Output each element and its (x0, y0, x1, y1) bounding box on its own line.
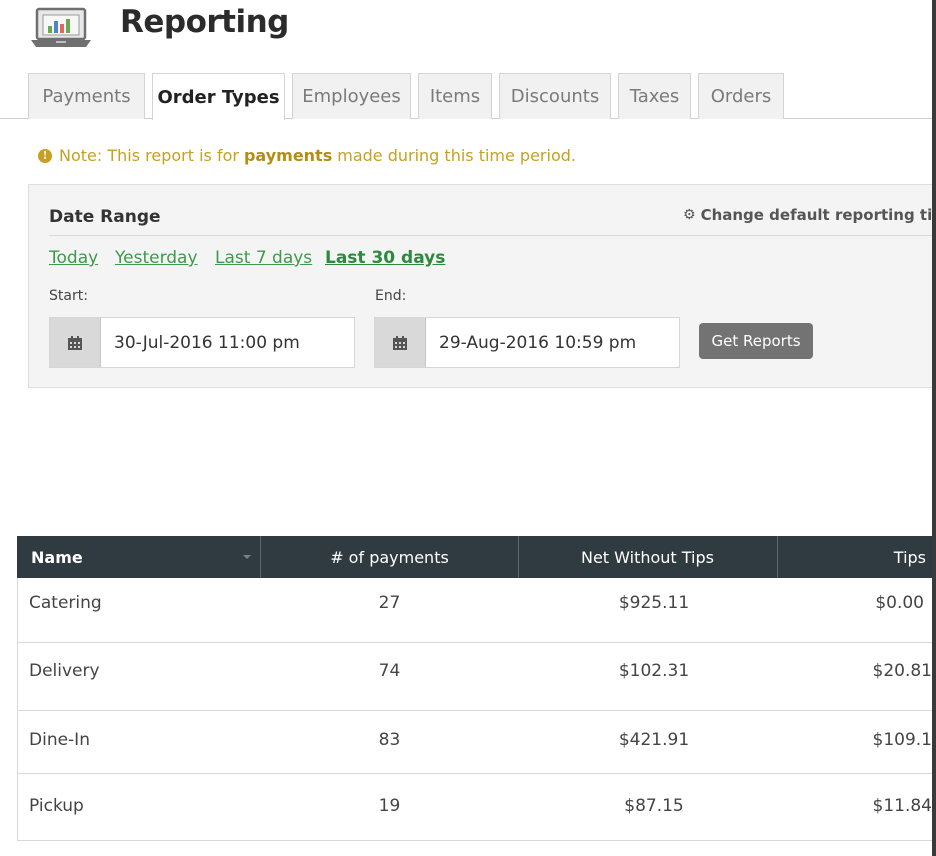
quick-range-today[interactable]: Today (49, 248, 98, 268)
cell-name: Delivery (29, 661, 100, 681)
column-header-tips[interactable]: Tips (778, 536, 926, 578)
start-date-input[interactable]: 30-Jul-2016 11:00 pm (49, 317, 355, 368)
cell-net-without-tips: $925.11 (618, 593, 690, 613)
cell-net-without-tips: $421.91 (618, 730, 690, 750)
start-date-value[interactable]: 30-Jul-2016 11:00 pm (101, 318, 300, 367)
note-prefix: Note: This report is for (59, 146, 239, 165)
get-reports-button[interactable]: Get Reports (699, 323, 813, 359)
column-header-name[interactable]: Name (31, 536, 83, 578)
cell-net-without-tips: $87.15 (624, 796, 684, 816)
cell-tips: $20.81 (872, 661, 932, 681)
date-range-title: Date Range (49, 207, 161, 227)
quick-range-last-30-days[interactable]: Last 30 days (325, 248, 445, 268)
end-calendar-button[interactable] (375, 318, 426, 367)
cell-payments: 27 (378, 593, 401, 613)
change-default-label: Change default reporting tim (700, 206, 936, 224)
start-calendar-button[interactable] (50, 318, 101, 367)
note-suffix: made during this time period. (337, 146, 576, 165)
cell-name: Catering (29, 593, 102, 613)
start-label: Start: (49, 288, 88, 304)
note-emphasis: payments (243, 146, 333, 165)
tab-items[interactable]: Items (418, 73, 492, 119)
quick-range-yesterday[interactable]: Yesterday (115, 248, 198, 268)
calendar-icon (393, 335, 407, 350)
info-circle-icon: ! (38, 148, 52, 163)
gear-icon: ⚙ (683, 207, 696, 223)
cell-name: Pickup (29, 796, 84, 816)
end-label: End: (375, 288, 407, 304)
end-date-value[interactable]: 29-Aug-2016 10:59 pm (426, 318, 636, 367)
window-edge (932, 0, 936, 856)
sort-caret-icon[interactable] (243, 555, 251, 559)
change-default-reporting-time-link[interactable]: ⚙ Change default reporting tim (683, 206, 936, 224)
column-header-net-without-tips[interactable]: Net Without Tips (519, 536, 776, 578)
tab-discounts[interactable]: Discounts (499, 73, 611, 119)
tab-payments[interactable]: Payments (28, 73, 145, 119)
report-note: ! Note: This report is for payments made… (38, 146, 576, 165)
tab-orders[interactable]: Orders (698, 73, 784, 119)
tab-employees[interactable]: Employees (292, 73, 411, 119)
cell-tips: $109.1 (872, 730, 932, 750)
cell-payments: 83 (378, 730, 401, 750)
cell-net-without-tips: $102.31 (618, 661, 690, 681)
reporting-laptop-chart-icon (31, 7, 91, 49)
tab-taxes[interactable]: Taxes (618, 73, 691, 119)
quick-range-last-7-days[interactable]: Last 7 days (215, 248, 312, 268)
tab-order-types[interactable]: Order Types (152, 73, 285, 120)
cell-name: Dine-In (29, 730, 90, 750)
page-title: Reporting (120, 4, 289, 40)
cell-tips: $11.84 (872, 796, 932, 816)
panel-divider (49, 235, 932, 236)
cell-payments: 74 (378, 661, 401, 681)
end-date-input[interactable]: 29-Aug-2016 10:59 pm (374, 317, 680, 368)
calendar-icon (68, 335, 82, 350)
cell-tips: $0.00 (875, 593, 924, 613)
cell-payments: 19 (378, 796, 401, 816)
column-header-payments[interactable]: # of payments (261, 536, 518, 578)
